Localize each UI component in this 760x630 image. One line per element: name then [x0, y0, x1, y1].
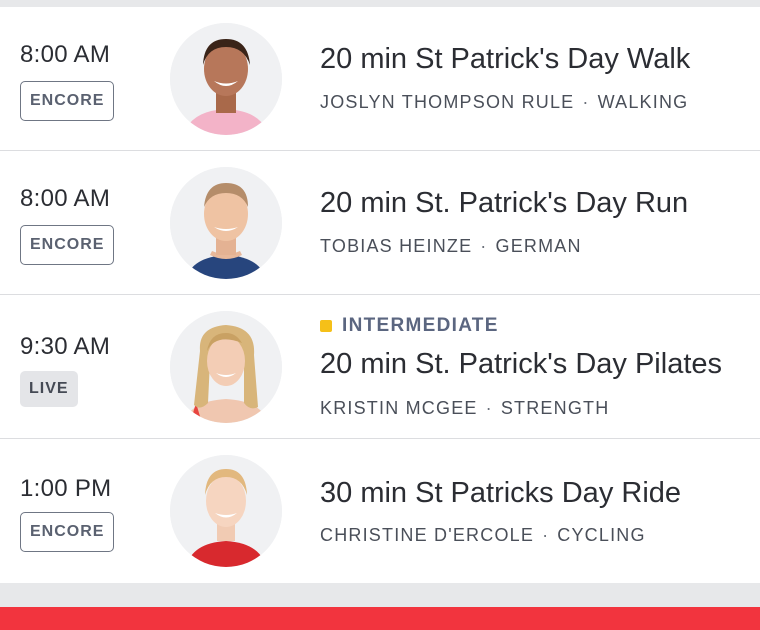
class-title[interactable]: 20 min St. Patrick's Day Pilates: [320, 348, 722, 381]
list-footer-gap: [0, 583, 760, 607]
instructor-photo-icon: [170, 311, 282, 423]
class-time: 8:00 AM: [20, 185, 111, 212]
class-time: 8:00 AM: [20, 41, 111, 68]
class-row[interactable]: 9:30 AM LIVE INTERMEDIATE 20 min St. Pat…: [0, 295, 760, 439]
encore-badge: ENCORE: [20, 81, 115, 121]
class-meta: JOSLYN THOMPSON RULE · WALKING: [320, 92, 688, 113]
instructor-photo-icon: [170, 455, 282, 567]
class-schedule-list: 8:00 AM ENCORE 20 min St Patrick's Day W…: [0, 7, 760, 583]
meta-separator: ·: [485, 398, 493, 418]
instructor-avatar: [170, 455, 282, 567]
class-row[interactable]: 1:00 PM ENCORE 30 min St Patricks Day Ri…: [0, 439, 760, 583]
instructor-photo-icon: [170, 167, 282, 279]
difficulty-level: INTERMEDIATE: [320, 315, 499, 337]
class-title[interactable]: 30 min St Patricks Day Ride: [320, 477, 681, 510]
live-badge: LIVE: [20, 371, 78, 407]
instructor-name: CHRISTINE D'ERCOLE: [320, 525, 535, 545]
class-row[interactable]: 8:00 AM ENCORE 20 min St Patrick's Day W…: [0, 7, 760, 151]
encore-badge: ENCORE: [20, 225, 115, 265]
encore-badge: ENCORE: [20, 512, 115, 552]
instructor-name: KRISTIN MCGEE: [320, 398, 478, 418]
instructor-avatar: [170, 167, 282, 279]
class-meta: TOBIAS HEINZE · GERMAN: [320, 236, 582, 257]
instructor-name: JOSLYN THOMPSON RULE: [320, 92, 575, 112]
meta-separator: ·: [480, 236, 488, 256]
class-time: 1:00 PM: [20, 475, 112, 502]
instructor-avatar: [170, 311, 282, 423]
class-category: CYCLING: [557, 525, 646, 545]
class-category: WALKING: [597, 92, 689, 112]
top-divider-strip: [0, 0, 760, 7]
class-title[interactable]: 20 min St. Patrick's Day Run: [320, 187, 688, 220]
instructor-photo-icon: [170, 23, 282, 135]
class-meta: CHRISTINE D'ERCOLE · CYCLING: [320, 525, 646, 546]
class-category: STRENGTH: [500, 398, 610, 418]
class-title[interactable]: 20 min St Patrick's Day Walk: [320, 43, 690, 76]
class-time: 9:30 AM: [20, 333, 111, 360]
level-indicator-icon: [320, 320, 332, 332]
class-category: GERMAN: [495, 236, 582, 256]
instructor-name: TOBIAS HEINZE: [320, 236, 473, 256]
level-label: INTERMEDIATE: [342, 315, 499, 336]
class-meta: KRISTIN MCGEE · STRENGTH: [320, 398, 609, 419]
accent-bar: [0, 607, 760, 630]
class-row[interactable]: 8:00 AM ENCORE 20 min St. Patrick's Day …: [0, 151, 760, 295]
meta-separator: ·: [542, 525, 550, 545]
meta-separator: ·: [582, 92, 590, 112]
instructor-avatar: [170, 23, 282, 135]
